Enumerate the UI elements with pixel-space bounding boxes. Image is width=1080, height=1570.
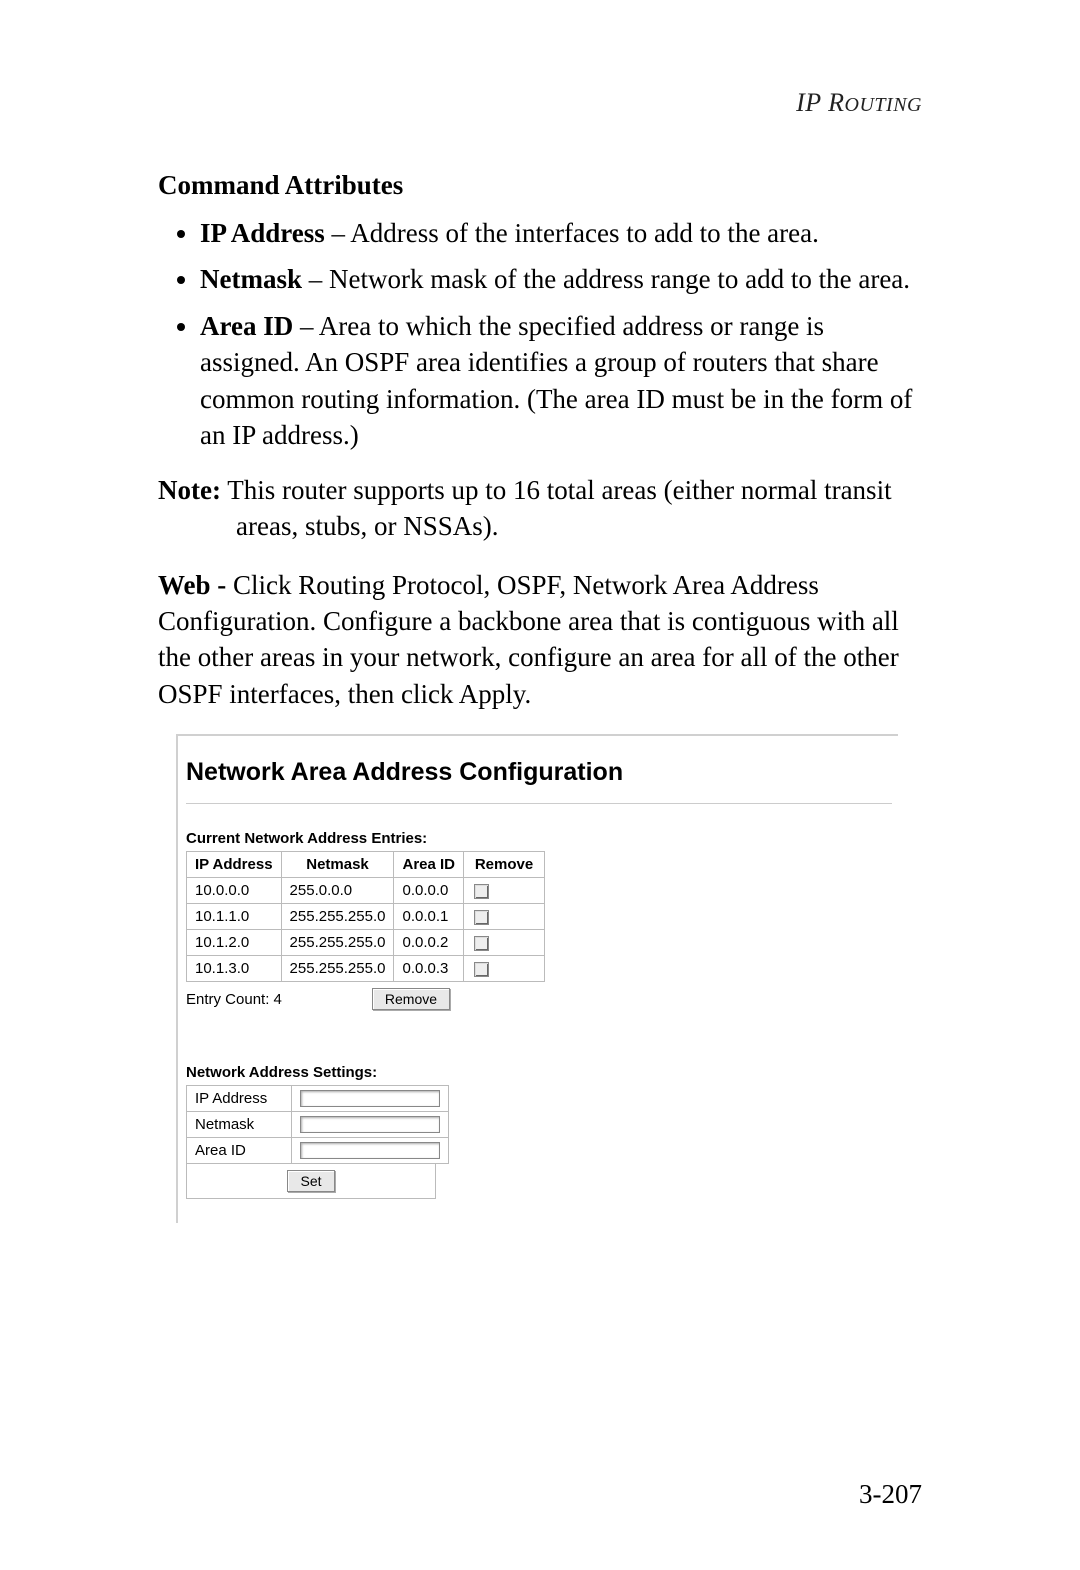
divider [186,803,892,804]
term: IP Address [200,218,325,248]
cell-mask: 255.0.0.0 [281,878,394,904]
settings-table: IP Address Netmask Area ID [186,1085,449,1164]
list-item: Area ID – Area to which the specified ad… [200,308,922,454]
netmask-input[interactable] [300,1116,440,1133]
cell-area: 0.0.0.1 [394,904,464,930]
entry-count: Entry Count: 4 [186,991,282,1008]
note: Note: This router supports up to 16 tota… [158,472,922,545]
remove-checkbox[interactable] [474,962,489,977]
entries-heading: Current Network Address Entries: [186,830,892,847]
desc: – Area to which the specified address or… [200,311,912,450]
cell-mask: 255.255.255.0 [281,956,394,982]
page: IP ROUTING Command Attributes IP Address… [0,0,1080,1570]
cell-ip: 10.1.1.0 [187,904,282,930]
page-number: 3-207 [859,1479,922,1510]
cell-ip: 10.1.3.0 [187,956,282,982]
settings-row: IP Address [187,1086,449,1112]
header-text: IP ROUTING [796,88,922,117]
area-id-input[interactable] [300,1142,440,1159]
term: Area ID [200,311,293,341]
settings-label-area: Area ID [187,1138,292,1164]
entries-footer: Entry Count: 4 Remove [186,988,892,1010]
cell-area: 0.0.0.2 [394,930,464,956]
desc: – Address of the interfaces to add to th… [325,218,819,248]
settings-row: Netmask [187,1112,449,1138]
attribute-list: IP Address – Address of the interfaces t… [158,215,922,454]
table-row: 10.1.2.0 255.255.255.0 0.0.0.2 [187,930,545,956]
settings-heading: Network Address Settings: [186,1064,892,1081]
settings-label-mask: Netmask [187,1112,292,1138]
settings-cell [292,1138,449,1164]
list-item: Netmask – Network mask of the address ra… [200,261,922,297]
running-header: IP ROUTING [158,88,922,118]
col-netmask: Netmask [281,852,394,878]
term: Netmask [200,264,302,294]
panel-title: Network Area Address Configuration [186,758,892,787]
web-text: Click Routing Protocol, OSPF, Network Ar… [158,570,899,709]
cell-remove [464,956,545,982]
config-panel: Network Area Address Configuration Curre… [176,734,898,1223]
settings-cell [292,1112,449,1138]
table-row: 10.1.1.0 255.255.255.0 0.0.0.1 [187,904,545,930]
table-row: 10.0.0.0 255.0.0.0 0.0.0.0 [187,878,545,904]
cell-area: 0.0.0.0 [394,878,464,904]
section-heading: Command Attributes [158,170,922,201]
note-text: This router supports up to 16 total area… [221,475,892,541]
cell-area: 0.0.0.3 [394,956,464,982]
table-row: 10.1.3.0 255.255.255.0 0.0.0.3 [187,956,545,982]
settings-cell [292,1086,449,1112]
cell-remove [464,904,545,930]
cell-mask: 255.255.255.0 [281,930,394,956]
settings-row: Area ID [187,1138,449,1164]
web-leader: Web - [158,570,226,600]
col-areaid: Area ID [394,852,464,878]
table-header-row: IP Address Netmask Area ID Remove [187,852,545,878]
web-paragraph: Web - Click Routing Protocol, OSPF, Netw… [158,567,922,713]
col-remove: Remove [464,852,545,878]
remove-checkbox[interactable] [474,936,489,951]
ip-address-input[interactable] [300,1090,440,1107]
cell-remove [464,878,545,904]
cell-remove [464,930,545,956]
set-button[interactable]: Set [287,1170,334,1192]
desc: – Network mask of the address range to a… [302,264,910,294]
cell-ip: 10.0.0.0 [187,878,282,904]
entries-table: IP Address Netmask Area ID Remove 10.0.0… [186,851,545,982]
col-ip: IP Address [187,852,282,878]
list-item: IP Address – Address of the interfaces t… [200,215,922,251]
remove-checkbox[interactable] [474,884,489,899]
cell-mask: 255.255.255.0 [281,904,394,930]
set-row: Set [186,1164,436,1199]
remove-button[interactable]: Remove [372,988,450,1010]
cell-ip: 10.1.2.0 [187,930,282,956]
remove-checkbox[interactable] [474,910,489,925]
note-label: Note: [158,475,221,505]
settings-label-ip: IP Address [187,1086,292,1112]
